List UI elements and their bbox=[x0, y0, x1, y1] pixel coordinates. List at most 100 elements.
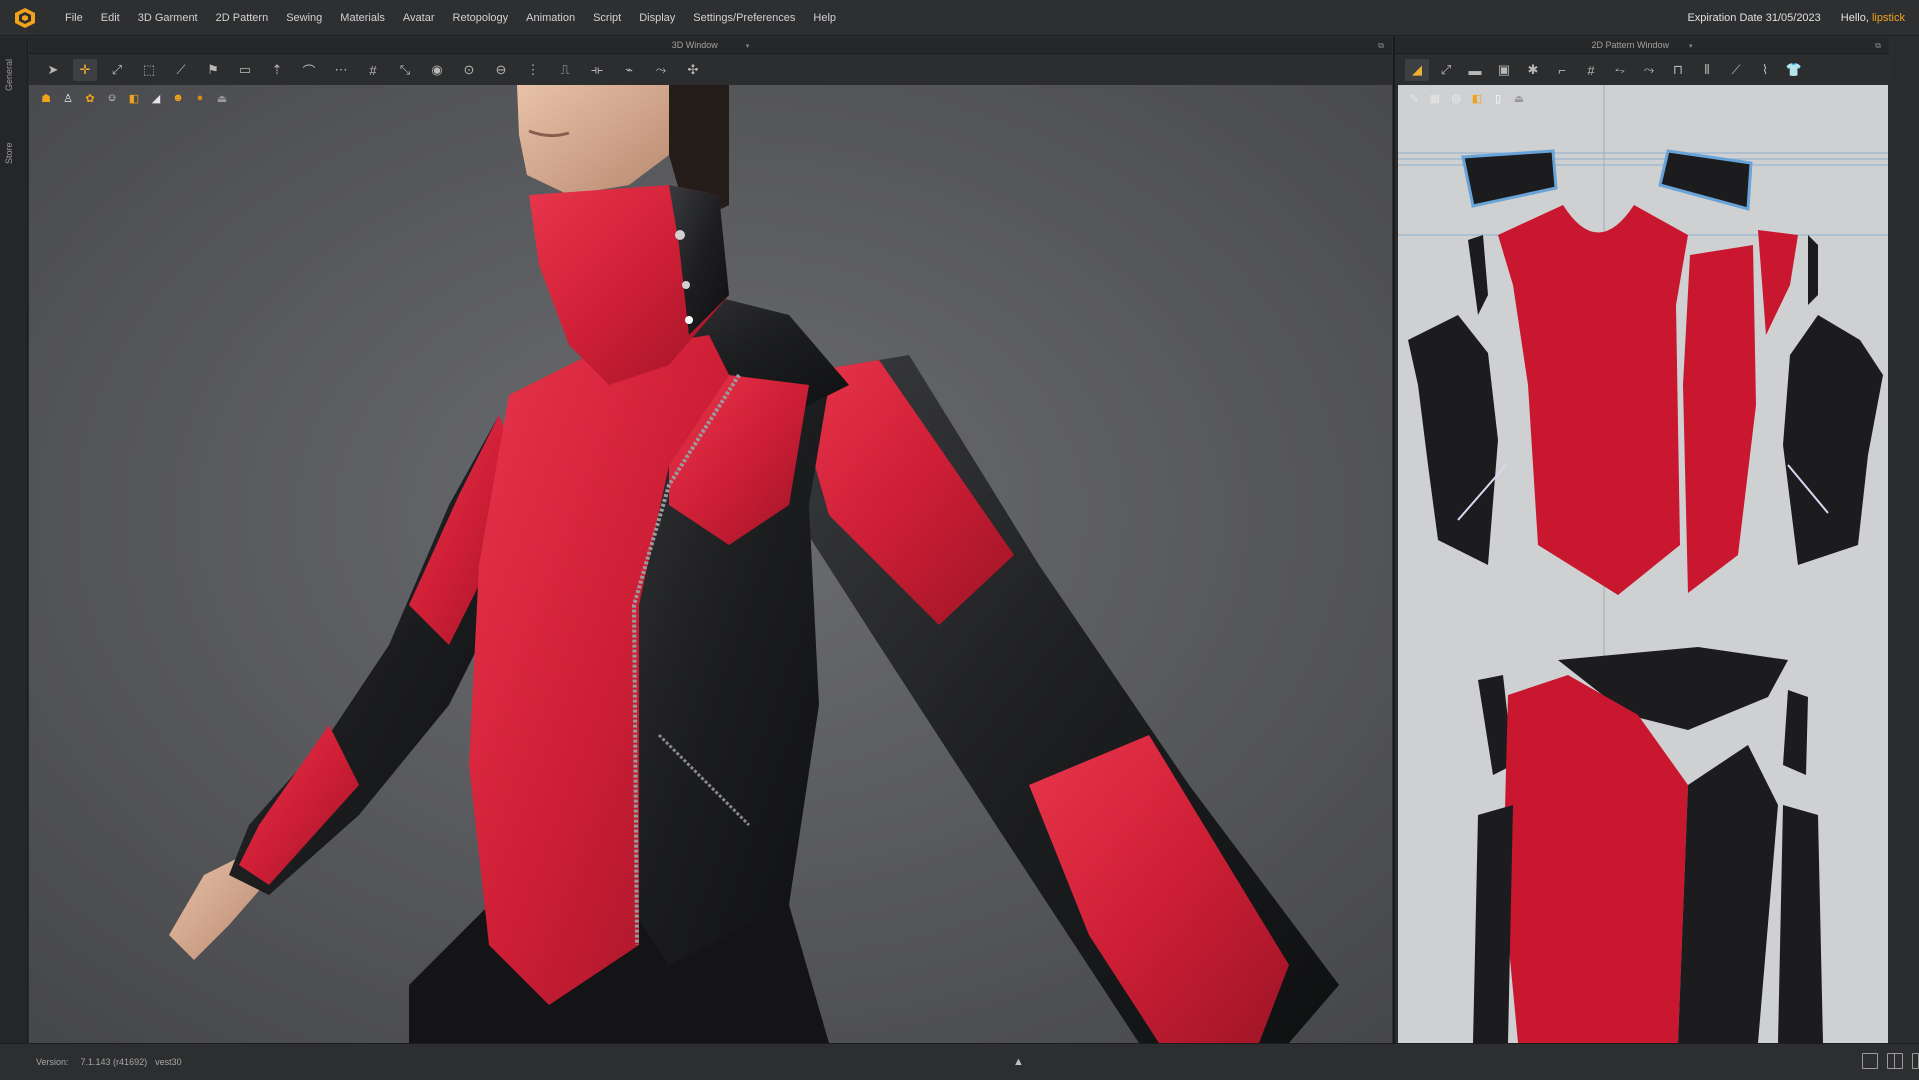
select-mesh-icon[interactable]: ⬚ bbox=[137, 59, 161, 81]
menu-3d-garment[interactable]: 3D Garment bbox=[129, 0, 207, 36]
sphere-icon[interactable]: ● bbox=[191, 89, 209, 107]
app-logo-icon[interactable] bbox=[10, 3, 40, 33]
tab-store[interactable]: Store bbox=[4, 133, 24, 173]
pattern-back-side-left bbox=[1473, 805, 1513, 1043]
menu-bar: File Edit 3D Garment 2D Pattern Sewing M… bbox=[0, 0, 1919, 36]
menu-display[interactable]: Display bbox=[630, 0, 684, 36]
3d-toolbar: ➤ ✛ ⤢ ⬚ ⟋ ⚑ ▭ ⇡ ⌒ ⋯ # ⤡ ◉ ⊙ ⊖ ⋮ ⎍ ⟛ ⌁ ⤳ … bbox=[29, 55, 1392, 85]
stitch-icon[interactable]: ⋯ bbox=[329, 59, 353, 81]
segment-sewing-icon[interactable]: ⥊ bbox=[1608, 59, 1632, 81]
trim-icon[interactable]: ⌒ bbox=[297, 59, 321, 81]
free-sewing-icon[interactable]: ⤳ bbox=[1637, 59, 1661, 81]
layout-single-icon[interactable] bbox=[1862, 1053, 1878, 1069]
collar-snap-bottom bbox=[685, 316, 693, 324]
add-point-icon[interactable]: ✛ bbox=[73, 59, 97, 81]
username: lipstick bbox=[1871, 11, 1905, 24]
shirt-icon[interactable]: 👕 bbox=[1782, 59, 1806, 81]
menu-settings-preferences[interactable]: Settings/Preferences bbox=[684, 0, 804, 36]
gravity-icon[interactable]: ⇡ bbox=[265, 59, 289, 81]
license-expiration: Expiration Date 31/05/2023 bbox=[1687, 11, 1821, 24]
2d-pattern-canvas bbox=[1398, 85, 1888, 1043]
texture-icon[interactable]: ◧ bbox=[125, 89, 143, 107]
show-avatar-icon[interactable]: ☗ bbox=[37, 89, 55, 107]
2d-window-title: 2D Pattern Window bbox=[1591, 40, 1670, 50]
pattern-layer-icon[interactable]: ▦ bbox=[1426, 89, 1444, 107]
fabric-icon[interactable]: ◍ bbox=[1447, 89, 1465, 107]
sewing-icon[interactable]: ⎍ bbox=[553, 59, 577, 81]
grading-icon[interactable]: # bbox=[1579, 59, 1603, 81]
pen-icon[interactable]: ✎ bbox=[1405, 89, 1423, 107]
window-float-icon[interactable]: ⧉ bbox=[1378, 37, 1384, 54]
pin-icon[interactable]: ⟋ bbox=[169, 59, 193, 81]
export-icon[interactable]: ⏏ bbox=[213, 89, 231, 107]
add-point-icon[interactable]: ✱ bbox=[1521, 59, 1545, 81]
3d-sub-toolbar: ☗ ♙ ✿ ☺ ◧ ◢ ☻ ● ⏏ bbox=[37, 89, 231, 107]
window-float-icon[interactable]: ⧉ bbox=[1875, 37, 1881, 54]
panel-expand-arrow-icon[interactable]: ▲ bbox=[1013, 1056, 1024, 1068]
2d-sub-toolbar: ✎ ▦ ◍ ◧ ▯ ⏏ bbox=[1405, 89, 1528, 107]
menu-materials[interactable]: Materials bbox=[331, 0, 394, 36]
chevron-down-icon[interactable]: ▾ bbox=[1689, 43, 1693, 50]
avatar-body-icon[interactable]: ☺ bbox=[103, 89, 121, 107]
texture-icon[interactable]: ◧ bbox=[1468, 89, 1486, 107]
pattern-back-side-right bbox=[1778, 805, 1823, 1043]
rectangle-icon[interactable]: ▬ bbox=[1463, 59, 1487, 81]
2d-pattern-viewport[interactable] bbox=[1398, 85, 1888, 1043]
version-label: Version: bbox=[36, 1057, 69, 1067]
menu-file[interactable]: File bbox=[56, 0, 92, 36]
fold-icon[interactable]: ⚑ bbox=[201, 59, 225, 81]
select-move-icon[interactable]: ➤ bbox=[41, 59, 65, 81]
menu-help[interactable]: Help bbox=[804, 0, 845, 36]
3d-window-title: 3D Window bbox=[671, 40, 718, 50]
show-pattern-icon[interactable]: ✿ bbox=[81, 89, 99, 107]
menu-edit[interactable]: Edit bbox=[92, 0, 129, 36]
greeting-text: Hello, bbox=[1840, 11, 1869, 24]
edit-curvature-icon[interactable]: ⌇ bbox=[1753, 59, 1777, 81]
internal-shape-icon[interactable]: ▣ bbox=[1492, 59, 1516, 81]
right-edge-strip bbox=[1891, 37, 1919, 1043]
menu-sewing[interactable]: Sewing bbox=[277, 0, 331, 36]
2d-pattern-window: 2D Pattern Window ▾ ⧉ ◢ ⤢ ▬ ▣ ✱ ⌐ # ⥊ ⤳ ⊓… bbox=[1393, 37, 1889, 1043]
2d-toolbar: ◢ ⤢ ▬ ▣ ✱ ⌐ # ⥊ ⤳ ⊓ ⦀ ⟋ ⌇ 👕 bbox=[1395, 55, 1889, 85]
export-pattern-icon[interactable]: ⏏ bbox=[1510, 89, 1528, 107]
layout-split-icon[interactable] bbox=[1887, 1053, 1903, 1069]
seam-allowance-icon[interactable]: ⊓ bbox=[1666, 59, 1690, 81]
skin-icon[interactable]: ☻ bbox=[169, 89, 187, 107]
3d-window-titlebar: 3D Window ▾ ⧉ bbox=[29, 37, 1392, 54]
collar-snap-top bbox=[675, 230, 685, 240]
bond-icon[interactable]: ⟛ bbox=[585, 59, 609, 81]
3d-viewport[interactable] bbox=[29, 85, 1392, 1043]
white-page-icon[interactable]: ▯ bbox=[1489, 89, 1507, 107]
tape-icon[interactable]: ▭ bbox=[233, 59, 257, 81]
grid-icon[interactable]: # bbox=[361, 59, 385, 81]
version-value: 7.1.143 (r41692) bbox=[80, 1057, 148, 1067]
measure-icon[interactable]: ⤡ bbox=[393, 59, 417, 81]
buttonhole-icon[interactable]: ⊖ bbox=[489, 59, 513, 81]
transform-pattern-icon[interactable]: ◢ bbox=[1405, 59, 1429, 81]
line-length-icon[interactable]: ✣ bbox=[681, 59, 705, 81]
3d-scene bbox=[29, 85, 1392, 1043]
button-icon[interactable]: ⊙ bbox=[457, 59, 481, 81]
menu-2d-pattern[interactable]: 2D Pattern bbox=[207, 0, 278, 36]
menu-animation[interactable]: Animation bbox=[517, 0, 584, 36]
pleats-icon[interactable]: ⟋ bbox=[1724, 59, 1748, 81]
show-garment-icon[interactable]: ♙ bbox=[59, 89, 77, 107]
trace-icon[interactable]: ⌐ bbox=[1550, 59, 1574, 81]
menu-retopology[interactable]: Retopology bbox=[444, 0, 518, 36]
steam-icon[interactable]: ◉ bbox=[425, 59, 449, 81]
layout-more-icon[interactable] bbox=[1912, 1053, 1919, 1069]
edit-point-icon[interactable]: ⤢ bbox=[105, 59, 129, 81]
zipper-icon[interactable]: ⋮ bbox=[521, 59, 545, 81]
line-tool-icon[interactable]: ⦀ bbox=[1695, 59, 1719, 81]
collar-snap-mid bbox=[682, 281, 690, 289]
menu-script[interactable]: Script bbox=[584, 0, 630, 36]
2d-window-titlebar: 2D Pattern Window ▾ ⧉ bbox=[1395, 37, 1889, 54]
tab-general[interactable]: General bbox=[4, 51, 24, 99]
puckering-icon[interactable]: ⤳ bbox=[649, 59, 673, 81]
menu-avatar[interactable]: Avatar bbox=[394, 0, 444, 36]
strain-map-icon[interactable]: ◢ bbox=[147, 89, 165, 107]
arrangement-icon[interactable]: ⌁ bbox=[617, 59, 641, 81]
edit-pattern-icon[interactable]: ⤢ bbox=[1434, 59, 1458, 81]
chevron-down-icon[interactable]: ▾ bbox=[746, 43, 750, 50]
user-greeting[interactable]: Hello, lipstick bbox=[1841, 12, 1905, 24]
